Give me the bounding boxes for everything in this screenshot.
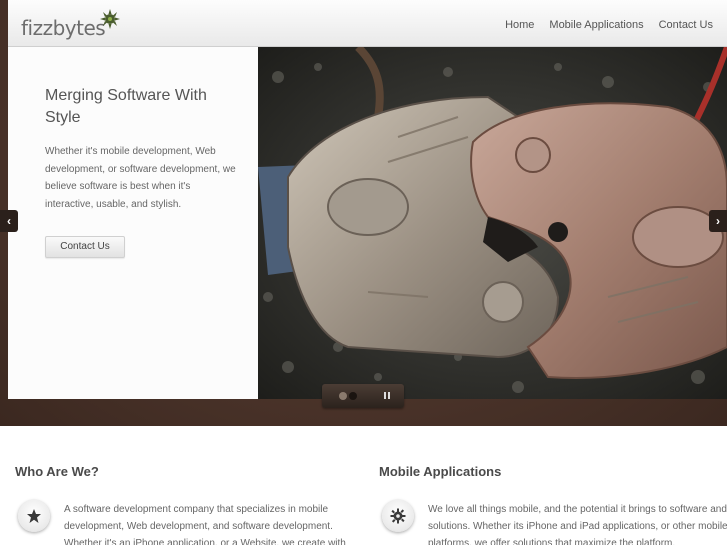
site-header: fizzbytes Home Mobile Applications Conta… <box>8 0 727 47</box>
slider-controls <box>322 384 404 408</box>
hero-text: Whether it's mobile development, Web dev… <box>45 146 236 210</box>
main-nav: Home Mobile Applications Contact Us <box>505 19 713 31</box>
section-title-mobile: Mobile Applications <box>379 464 502 479</box>
section-who-are-we: Who Are We? A software development compa… <box>15 464 365 545</box>
slider-dot-1[interactable] <box>339 392 347 400</box>
rail-coupler-photo <box>258 47 727 399</box>
section-title-who: Who Are We? <box>15 464 99 479</box>
gear-icon <box>382 500 414 532</box>
logo-text: fizzbytes <box>21 16 106 40</box>
hero-panel: Merging Software With Style Whether it's… <box>8 47 258 399</box>
slider-prev-button[interactable]: ‹ <box>0 210 18 232</box>
section-text-mobile: We love all things mobile, and the poten… <box>428 504 727 545</box>
chevron-right-icon: › <box>716 214 720 228</box>
nav-mobile-applications[interactable]: Mobile Applications <box>549 19 643 31</box>
logo[interactable]: fizzbytes <box>21 8 131 42</box>
slider-next-button[interactable]: › <box>709 210 727 232</box>
nav-contact-us[interactable]: Contact Us <box>659 19 713 31</box>
contact-us-button[interactable]: Contact Us <box>45 236 125 258</box>
star-icon <box>18 500 50 532</box>
hero-image <box>258 47 727 399</box>
chevron-left-icon: ‹ <box>7 214 11 228</box>
nav-home[interactable]: Home <box>505 19 534 31</box>
hero-title: Merging Software With Style <box>45 87 207 126</box>
gear-leaf-icon <box>100 9 120 29</box>
section-text-who: A software development company that spec… <box>64 504 346 545</box>
pause-icon[interactable] <box>382 391 392 401</box>
section-mobile-applications: Mobile Applications We love all things m… <box>379 464 727 545</box>
slider-dot-2[interactable] <box>349 392 357 400</box>
